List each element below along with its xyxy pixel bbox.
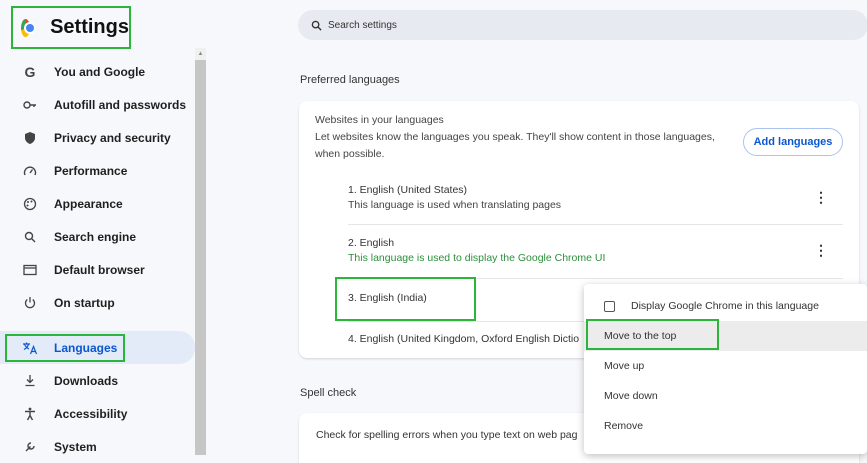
sidebar-item-downloads[interactable]: Downloads xyxy=(0,364,195,397)
sidebar-item-performance[interactable]: Performance xyxy=(0,154,195,187)
sidebar-item-default-browser[interactable]: Default browser xyxy=(0,253,195,286)
sidebar-item-label: You and Google xyxy=(54,64,146,79)
sidebar-item-on-startup[interactable]: On startup xyxy=(0,286,195,319)
browser-window-icon xyxy=(22,262,38,278)
menu-item-move-down[interactable]: Move down xyxy=(584,381,867,411)
settings-header: Settings xyxy=(11,6,131,49)
checkbox[interactable] xyxy=(604,300,615,312)
language-row[interactable]: 4. English (United Kingdom, Oxford Engli… xyxy=(348,333,588,345)
sidebar-scrollbar[interactable] xyxy=(195,48,206,455)
menu-item-label: Move up xyxy=(604,360,645,372)
menu-item-display-in-language[interactable]: Display Google Chrome in this language xyxy=(584,291,867,321)
menu-item-remove[interactable]: Remove xyxy=(584,411,867,441)
language-name: 2. English xyxy=(348,237,395,249)
language-context-menu: Display Google Chrome in this language M… xyxy=(584,284,867,454)
sidebar-item-appearance[interactable]: Appearance xyxy=(0,187,195,220)
language-note: This language is used to display the Goo… xyxy=(348,252,606,264)
divider xyxy=(348,278,843,279)
more-options-icon[interactable]: ⋮ xyxy=(814,189,828,205)
page-title: Settings xyxy=(50,16,129,38)
scroll-up-arrow-icon[interactable]: ▲ xyxy=(195,48,206,60)
sidebar-item-label: Languages xyxy=(54,340,118,355)
language-name: 1. English (United States) xyxy=(348,184,468,196)
sidebar-item-label: Appearance xyxy=(54,196,123,211)
menu-item-label: Move down xyxy=(604,390,658,402)
search-icon xyxy=(310,19,322,31)
sidebar-item-privacy[interactable]: Privacy and security xyxy=(0,121,195,154)
accessibility-icon xyxy=(22,406,38,422)
language-name: 4. English (United Kingdom, Oxford Engli… xyxy=(348,333,580,345)
sidebar-item-you-and-google[interactable]: G You and Google xyxy=(0,55,195,88)
menu-item-move-up[interactable]: Move up xyxy=(584,351,867,381)
search-placeholder: Search settings xyxy=(328,19,397,31)
translate-icon xyxy=(22,340,38,356)
sidebar-item-label: Downloads xyxy=(54,373,119,388)
spell-check-heading: Spell check xyxy=(300,387,357,399)
power-icon xyxy=(22,295,38,311)
sidebar-item-system[interactable]: System xyxy=(0,430,195,463)
menu-item-label: Remove xyxy=(604,420,644,432)
language-note: This language is used when translating p… xyxy=(348,199,562,211)
sidebar-item-accessibility[interactable]: Accessibility xyxy=(0,397,195,430)
sidebar-item-label: Privacy and security xyxy=(54,130,171,145)
language-row[interactable]: 2. English This language is used to disp… xyxy=(348,237,840,264)
google-g-icon: G xyxy=(24,63,36,80)
search-input[interactable]: Search settings xyxy=(298,10,867,40)
sidebar-item-search-engine[interactable]: Search engine xyxy=(0,220,195,253)
sidebar-nav: G You and Google Autofill and passwords … xyxy=(0,55,195,463)
key-icon xyxy=(22,97,38,113)
sidebar-item-autofill[interactable]: Autofill and passwords xyxy=(0,88,195,121)
sidebar-item-label: Performance xyxy=(54,163,128,178)
search-icon xyxy=(22,229,38,245)
sidebar-item-label: On startup xyxy=(54,295,115,310)
sidebar: Settings G You and Google Autofill and p… xyxy=(0,0,207,455)
sidebar-item-label: Accessibility xyxy=(54,406,128,421)
palette-icon xyxy=(22,196,38,212)
gauge-icon xyxy=(22,163,38,179)
chrome-logo-icon xyxy=(21,18,35,37)
sidebar-item-label: Search engine xyxy=(54,229,137,244)
add-languages-button[interactable]: Add languages xyxy=(743,128,843,156)
shield-icon xyxy=(22,130,38,146)
menu-item-label: Display Google Chrome in this language xyxy=(631,300,819,312)
more-options-icon[interactable]: ⋮ xyxy=(814,242,828,258)
sidebar-item-label: Autofill and passwords xyxy=(54,97,187,112)
card-description: Let websites know the languages you spea… xyxy=(315,131,715,160)
sidebar-item-label: System xyxy=(54,439,97,454)
preferred-languages-heading: Preferred languages xyxy=(300,74,400,86)
card-title: Websites in your languages xyxy=(315,114,444,126)
menu-item-label: Move to the top xyxy=(604,330,677,342)
download-icon xyxy=(22,373,38,389)
spell-check-description: Check for spelling errors when you type … xyxy=(316,429,578,441)
sidebar-item-languages[interactable]: Languages xyxy=(0,331,195,364)
wrench-icon xyxy=(22,439,38,455)
sidebar-item-label: Default browser xyxy=(54,262,145,277)
menu-item-move-to-top[interactable]: Move to the top xyxy=(584,321,867,351)
language-row[interactable]: 1. English (United States) This language… xyxy=(348,184,840,211)
divider xyxy=(348,224,843,225)
